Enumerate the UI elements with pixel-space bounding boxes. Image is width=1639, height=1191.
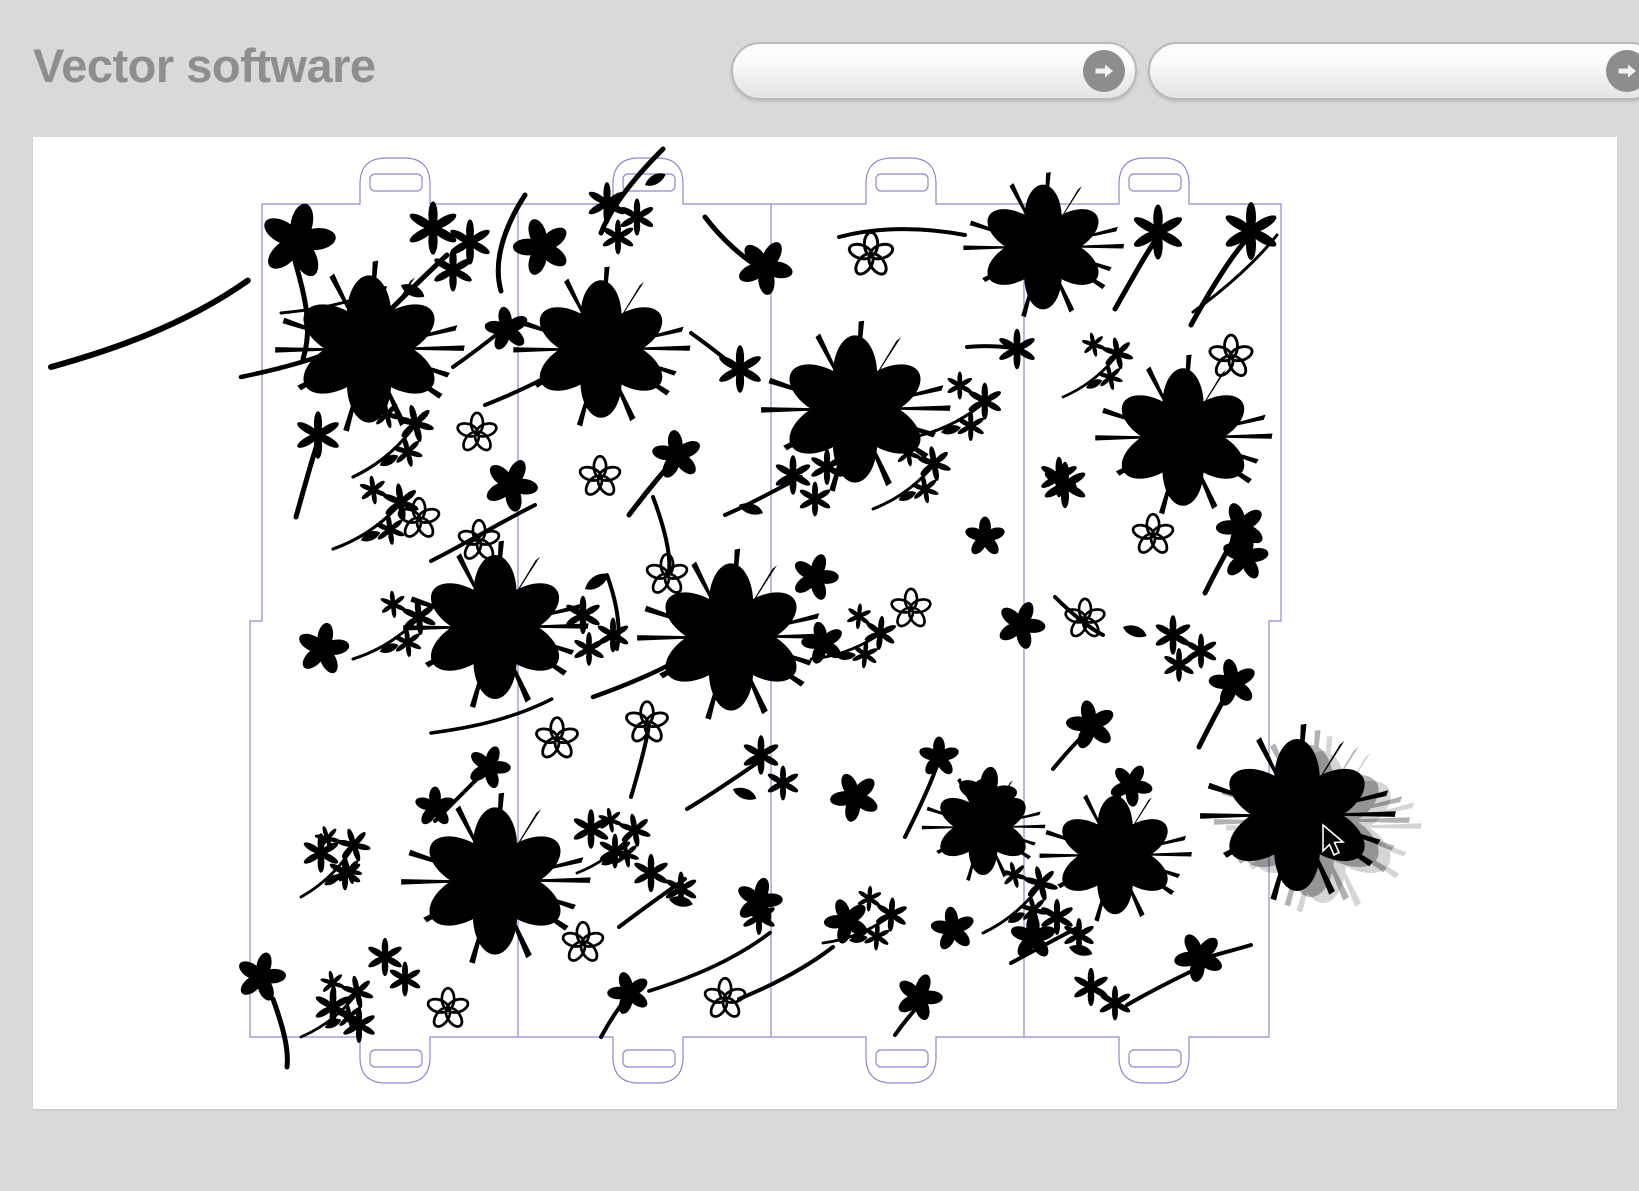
- floral-artwork[interactable]: [51, 146, 1279, 1070]
- tab-slot: [875, 1049, 929, 1068]
- tab-slot: [1128, 173, 1182, 192]
- tab-slot: [369, 1049, 423, 1068]
- selected-flower-object[interactable]: [1200, 723, 1422, 913]
- drawing-canvas[interactable]: [33, 137, 1617, 1109]
- arrow-right-circle-icon[interactable]: [1606, 50, 1639, 92]
- page-title: Vector software: [33, 39, 376, 92]
- toolbar-pill-two[interactable]: [1148, 42, 1639, 100]
- tab-slot: [622, 1049, 676, 1068]
- app-header: Vector software: [0, 0, 1639, 137]
- tab-slot: [875, 173, 929, 192]
- artboard[interactable]: [33, 137, 1617, 1109]
- application-window: Vector software: [0, 0, 1639, 1191]
- arrow-right-circle-icon[interactable]: [1083, 50, 1125, 92]
- tab-slot: [1128, 1049, 1182, 1068]
- tab-slot: [369, 173, 423, 192]
- toolbar-pill-one[interactable]: [731, 42, 1137, 100]
